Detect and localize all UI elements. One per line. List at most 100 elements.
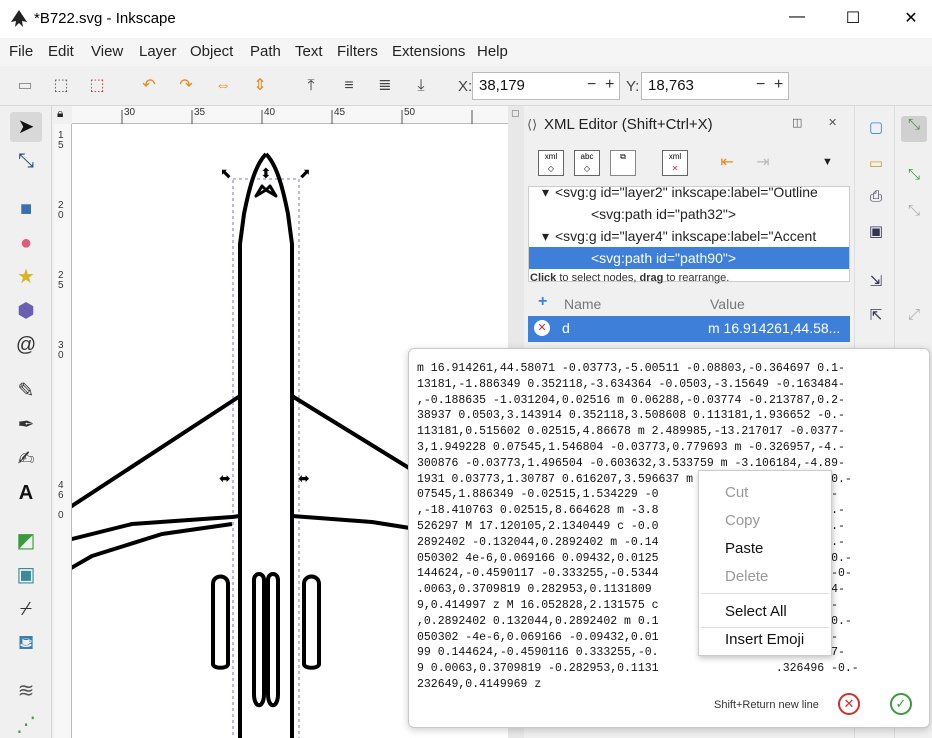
menu-file[interactable]: File bbox=[9, 43, 33, 60]
menu-item-select-all[interactable]: Select All bbox=[725, 603, 787, 620]
xml-editor-title: XML Editor (Shift+Ctrl+X) bbox=[544, 116, 713, 133]
text-tool-icon[interactable]: A bbox=[10, 478, 42, 508]
node-label: <svg:path id="path90"> bbox=[591, 250, 736, 266]
panel-pin-icon[interactable]: ◫ bbox=[792, 116, 802, 129]
menu-path[interactable]: Path bbox=[250, 43, 281, 60]
tree-node-path32[interactable]: <svg:path id="path32"> bbox=[529, 203, 849, 225]
lower-icon[interactable]: ≣ bbox=[374, 76, 396, 96]
dropper-tool-icon[interactable]: ⌿ bbox=[10, 594, 42, 624]
new-element-node-button[interactable]: xml ◇ bbox=[538, 150, 564, 176]
select-all-in-all-layers-icon[interactable]: ⬚ bbox=[86, 76, 108, 96]
import-icon[interactable]: ⇲ bbox=[865, 272, 887, 294]
menu-item-delete[interactable]: Delete bbox=[725, 568, 768, 585]
ruler-label: 40 bbox=[264, 107, 276, 118]
open-icon[interactable]: ▭ bbox=[865, 154, 887, 176]
rotate-cw-icon[interactable]: ↷ bbox=[175, 76, 197, 96]
tweak-tool-icon[interactable]: ≋ bbox=[10, 676, 42, 706]
lock-guides-icon[interactable]: 🔒︎ bbox=[54, 106, 72, 124]
menu-item-copy[interactable]: Copy bbox=[725, 512, 760, 529]
indent-node-icon[interactable]: ⇥ bbox=[750, 150, 776, 176]
menu-edit[interactable]: Edit bbox=[48, 43, 74, 60]
path-data-textarea[interactable]: m 16.914261,44.58071 -0.03773,-5.00511 -… bbox=[417, 361, 923, 693]
menu-help[interactable]: Help bbox=[477, 43, 508, 60]
pen-tool-icon[interactable]: ✒ bbox=[10, 410, 42, 440]
3d-box-tool-icon[interactable]: ⬢ bbox=[10, 296, 42, 326]
maximize-button[interactable]: ☐ bbox=[838, 8, 868, 28]
duplicate-node-button[interactable]: ⧉ bbox=[610, 150, 636, 176]
menu-view[interactable]: View bbox=[91, 43, 123, 60]
gradient-tool-icon[interactable]: ◩ bbox=[10, 526, 42, 556]
menu-text[interactable]: Text bbox=[295, 43, 323, 60]
x-decrement-button[interactable]: − bbox=[587, 76, 596, 94]
export-icon[interactable]: ⇱ bbox=[865, 306, 887, 328]
minimize-button[interactable]: — bbox=[782, 8, 812, 26]
y-increment-button[interactable]: + bbox=[774, 76, 783, 94]
cancel-edit-icon[interactable]: ✕ bbox=[838, 693, 860, 715]
attribute-value: m 16.914261,44.58... bbox=[708, 320, 841, 336]
raise-to-top-icon[interactable]: ⤒ bbox=[300, 76, 322, 96]
hint-text: to rearrange. bbox=[663, 272, 730, 284]
flip-horizontal-icon[interactable]: ⇔ bbox=[212, 76, 234, 96]
node-label: <svg:g id="layer4" inkscape:label="Accen… bbox=[555, 228, 817, 244]
new-text-node-button[interactable]: abc ◇ bbox=[574, 150, 600, 176]
selector-tool-icon[interactable]: ➤ bbox=[10, 112, 42, 142]
add-attribute-icon[interactable]: + bbox=[538, 293, 547, 311]
flip-vertical-icon[interactable]: ⇕ bbox=[249, 76, 271, 96]
spiral-tool-icon[interactable]: @ bbox=[10, 330, 42, 360]
more-options-chevron-icon[interactable]: ▼ bbox=[822, 156, 833, 168]
column-name: Name bbox=[564, 296, 602, 312]
ellipse-tool-icon[interactable]: ● bbox=[10, 228, 42, 258]
delete-node-button[interactable]: xml ✕ bbox=[662, 150, 688, 176]
raise-icon[interactable]: ≡ bbox=[338, 76, 360, 96]
tree-node-layer2[interactable]: ▾ <svg:g id="layer2" inkscape:label="Outl… bbox=[529, 187, 849, 203]
panel-close-icon[interactable]: ✕ bbox=[828, 116, 837, 129]
calligraphy-tool-icon[interactable]: ✍ bbox=[10, 444, 42, 474]
save-icon[interactable]: ▣ bbox=[865, 222, 887, 244]
pencil-tool-icon[interactable]: ✎ bbox=[10, 376, 42, 406]
menu-bar: File Edit View Layer Object Path Text Fi… bbox=[0, 38, 932, 66]
menu-object[interactable]: Object bbox=[190, 43, 233, 60]
unindent-node-icon[interactable]: ⇤ bbox=[714, 150, 740, 176]
y-coordinate-input[interactable]: 18,763 bbox=[641, 72, 789, 100]
menu-layer[interactable]: Layer bbox=[139, 43, 177, 60]
rectangle-tool-icon[interactable]: ■ bbox=[10, 194, 42, 224]
x-increment-button[interactable]: + bbox=[605, 76, 614, 94]
x-label: X: bbox=[458, 78, 473, 95]
node-tool-icon[interactable]: ⤡ bbox=[10, 146, 42, 176]
mesh-tool-icon[interactable]: ▣ bbox=[10, 560, 42, 590]
snap-nodes-icon[interactable]: ⤡ bbox=[903, 166, 925, 188]
menu-item-insert-emoji[interactable]: Insert Emoji bbox=[725, 631, 804, 648]
expander-icon[interactable]: ▾ bbox=[533, 225, 555, 247]
svg-text:⬌: ⬌ bbox=[219, 471, 231, 487]
snap-bbox-icon[interactable]: ⤡ bbox=[903, 202, 925, 224]
x-coordinate-input[interactable]: 38,179 bbox=[472, 72, 620, 100]
new-document-icon[interactable]: ▢ bbox=[865, 118, 887, 140]
button-label: xml bbox=[544, 152, 558, 161]
hint-text: to select nodes, bbox=[556, 272, 640, 284]
confirm-edit-icon[interactable]: ✓ bbox=[890, 693, 912, 715]
lower-to-bottom-icon[interactable]: ⤓ bbox=[410, 76, 432, 96]
y-decrement-button[interactable]: − bbox=[756, 76, 765, 94]
snap-paths-icon[interactable]: ⤢ bbox=[903, 306, 925, 328]
menu-separator bbox=[701, 593, 829, 594]
xml-node-tree[interactable]: ▾ <svg:g id="layer2" inkscape:label="Outl… bbox=[528, 186, 850, 282]
menu-filters[interactable]: Filters bbox=[337, 43, 378, 60]
spray-tool-icon[interactable]: ⋰ bbox=[10, 710, 42, 738]
menu-item-cut[interactable]: Cut bbox=[725, 484, 748, 501]
rotate-ccw-icon[interactable]: ↶ bbox=[138, 76, 160, 96]
close-window-button[interactable]: ✕ bbox=[896, 8, 926, 28]
attribute-table-header: + Name Value bbox=[528, 292, 850, 316]
expander-icon[interactable]: ▾ bbox=[533, 187, 555, 203]
star-tool-icon[interactable]: ★ bbox=[10, 262, 42, 292]
attribute-row-d[interactable]: ✕ d m 16.914261,44.58... bbox=[528, 316, 850, 342]
menu-item-paste[interactable]: Paste bbox=[725, 540, 763, 557]
select-all-icon[interactable]: ⬚ bbox=[50, 76, 72, 96]
paint-bucket-tool-icon[interactable]: ⛾ bbox=[10, 628, 42, 658]
menu-extensions[interactable]: Extensions bbox=[392, 43, 465, 60]
tree-node-layer4[interactable]: ▾ <svg:g id="layer4" inkscape:label="Acce… bbox=[529, 225, 849, 247]
tree-node-path90[interactable]: <svg:path id="path90"> bbox=[529, 247, 849, 269]
delete-attribute-icon[interactable]: ✕ bbox=[534, 320, 550, 336]
page-icon[interactable]: ▭ bbox=[14, 76, 36, 96]
print-icon[interactable]: ⎙ bbox=[865, 188, 887, 210]
snap-toggle-icon[interactable]: ⤡ bbox=[901, 116, 927, 142]
